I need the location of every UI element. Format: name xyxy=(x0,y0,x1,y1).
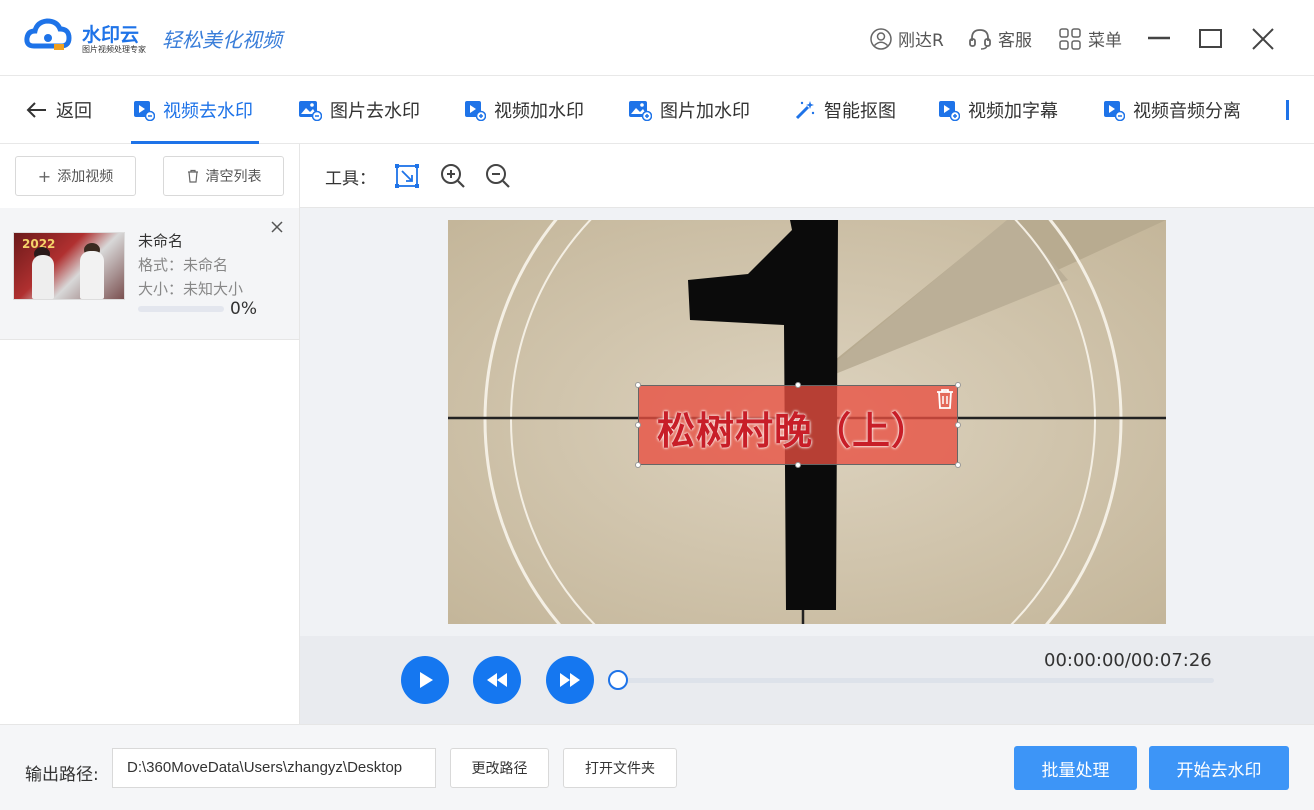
tab-video-add-watermark[interactable]: 视频加水印 xyxy=(464,76,584,144)
cloud-logo-icon xyxy=(24,18,72,50)
tool-label: 工具： xyxy=(325,169,376,189)
menu-button[interactable]: 菜单 xyxy=(1058,26,1122,51)
tab-label: 智能抠图 xyxy=(824,101,896,122)
tab-label: 视频加字幕 xyxy=(968,101,1058,122)
time-display: 00:00:00/00:07:26 xyxy=(1044,650,1212,671)
brand-tagline: 图片视频处理专家 xyxy=(82,45,146,54)
title-bar: 水印云 图片视频处理专家 轻松美化视频 刚达R 客服 菜单 xyxy=(0,0,1314,76)
zoom-out-icon[interactable] xyxy=(484,162,512,190)
open-folder-button[interactable]: 打开文件夹 xyxy=(563,748,677,788)
menu-label: 菜单 xyxy=(1088,31,1122,51)
tab-image-add-watermark[interactable]: 图片加水印 xyxy=(628,76,750,144)
tab-overflow-indicator xyxy=(1286,100,1289,120)
video-thumbnail: 2022 xyxy=(13,232,125,300)
resize-handle[interactable] xyxy=(795,382,801,388)
fast-forward-icon xyxy=(560,673,580,687)
tab-image-remove-watermark[interactable]: 图片去水印 xyxy=(298,76,420,144)
output-path-label: 输出路径: xyxy=(25,765,99,785)
image-remove-icon xyxy=(299,101,322,121)
start-remove-watermark-button[interactable]: 开始去水印 xyxy=(1149,746,1289,790)
watermark-selection-box[interactable]: 松树村晚（上） xyxy=(638,385,958,465)
resize-handle[interactable] xyxy=(635,382,641,388)
file-name: 未命名 xyxy=(138,232,184,250)
tab-video-audio-split[interactable]: 视频音频分离 xyxy=(1103,76,1241,144)
maximize-icon[interactable] xyxy=(1198,26,1224,52)
arrow-left-icon xyxy=(26,102,46,118)
resize-handle[interactable] xyxy=(795,462,801,468)
tool-bar: 工具： xyxy=(300,144,1314,208)
delete-selection-icon[interactable] xyxy=(935,388,955,410)
seek-bar[interactable] xyxy=(618,678,1214,683)
select-region-icon[interactable] xyxy=(393,162,421,190)
user-icon xyxy=(870,27,892,50)
remove-file-icon[interactable] xyxy=(270,220,284,234)
headset-icon xyxy=(969,28,991,50)
resize-handle[interactable] xyxy=(635,422,641,428)
back-button[interactable]: 返回 xyxy=(26,76,92,144)
file-size: 大小：未知大小 xyxy=(138,280,244,298)
rewind-button[interactable] xyxy=(473,656,521,704)
tab-label: 视频音频分离 xyxy=(1133,101,1241,122)
tab-label: 视频去水印 xyxy=(163,101,253,122)
magic-wand-icon xyxy=(795,101,815,120)
image-add-icon xyxy=(629,101,652,121)
user-name: 刚达R xyxy=(898,31,944,51)
minimize-icon[interactable] xyxy=(1146,26,1172,52)
change-path-button[interactable]: 更改路径 xyxy=(450,748,549,788)
output-path-field[interactable]: D:\360MoveData\Users\zhangyz\Desktop xyxy=(112,748,436,788)
video-audio-icon xyxy=(1104,101,1125,121)
resize-handle[interactable] xyxy=(955,462,961,468)
watermark-text: 松树村晚（上） xyxy=(657,409,931,453)
tab-smart-cutout[interactable]: 智能抠图 xyxy=(794,76,896,144)
plus-icon: + xyxy=(37,166,52,186)
user-account[interactable]: 刚达R xyxy=(870,26,944,51)
zoom-in-icon[interactable] xyxy=(439,162,467,190)
resize-handle[interactable] xyxy=(955,382,961,388)
service-label: 客服 xyxy=(998,31,1032,51)
tab-label: 图片加水印 xyxy=(660,101,750,122)
resize-handle[interactable] xyxy=(955,422,961,428)
grid-menu-icon xyxy=(1059,27,1081,50)
file-progress-text: 0% xyxy=(230,299,257,319)
close-icon[interactable] xyxy=(1250,26,1276,52)
play-icon xyxy=(420,672,433,688)
back-label: 返回 xyxy=(56,101,92,122)
tab-label: 图片去水印 xyxy=(330,101,420,122)
resize-handle[interactable] xyxy=(635,462,641,468)
brand-name: 水印云 xyxy=(82,24,140,46)
fast-forward-button[interactable] xyxy=(546,656,594,704)
seek-knob[interactable] xyxy=(608,670,628,690)
play-button[interactable] xyxy=(401,656,449,704)
app-window: 水印云 图片视频处理专家 轻松美化视频 刚达R 客服 菜单 返回 视频去水印 图… xyxy=(0,0,1314,810)
tab-label: 视频加水印 xyxy=(494,101,584,122)
tab-video-remove-watermark[interactable]: 视频去水印 xyxy=(133,76,253,144)
video-add-icon xyxy=(465,101,486,121)
rewind-icon xyxy=(487,673,507,687)
clear-list-label: 清空列表 xyxy=(205,169,262,185)
customer-service-button[interactable]: 客服 xyxy=(968,26,1032,51)
feature-tab-bar: 返回 视频去水印 图片去水印 视频加水印 图片加水印 智能抠图 视频加字幕 视频… xyxy=(0,76,1314,144)
add-video-label: 添加视频 xyxy=(57,169,114,185)
trash-icon xyxy=(187,169,198,183)
video-subtitle-icon xyxy=(939,101,960,121)
tab-video-add-subtitle[interactable]: 视频加字幕 xyxy=(938,76,1058,144)
file-progress-bar xyxy=(138,306,224,312)
video-remove-icon xyxy=(134,101,155,121)
slogan: 轻松美化视频 xyxy=(162,28,282,52)
file-format: 格式：未命名 xyxy=(138,256,229,274)
batch-process-button[interactable]: 批量处理 xyxy=(1014,746,1137,790)
clear-list-button[interactable]: 清空列表 xyxy=(163,156,284,196)
add-video-button[interactable]: + 添加视频 xyxy=(15,156,136,196)
